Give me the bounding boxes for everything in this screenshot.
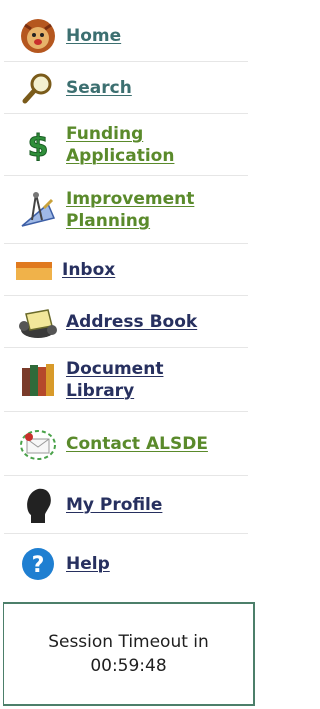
side-navigation: Home Search $ Funding Application Improv… <box>0 0 256 600</box>
dollar-sign-icon: $ <box>18 125 58 165</box>
nav-label-my-profile: My Profile <box>66 494 163 515</box>
drafting-tools-icon <box>18 190 58 230</box>
nav-item-help[interactable]: ? Help <box>4 534 248 594</box>
svg-text:$: $ <box>28 129 49 163</box>
magnifier-icon <box>18 68 58 108</box>
improvement-line-2: Planning <box>66 210 151 231</box>
document-line-2: Library <box>66 380 135 401</box>
nav-item-my-profile[interactable]: My Profile <box>4 476 248 534</box>
nav-label-home: Home <box>66 25 122 46</box>
nav-item-home[interactable]: Home <box>4 10 248 62</box>
nav-label-document-library: Document Library <box>66 358 163 402</box>
envelope-icon <box>18 424 58 464</box>
nav-item-document-library[interactable]: Document Library <box>4 348 248 412</box>
session-timeout-value: 00:59:48 <box>90 656 167 676</box>
nav-item-contact-alsde[interactable]: Contact ALSDE <box>4 412 248 476</box>
nav-item-funding-application[interactable]: $ Funding Application <box>4 114 248 176</box>
session-timeout-panel: Session Timeout in 00:59:48 <box>3 602 255 706</box>
funding-line-2: Application <box>66 145 175 166</box>
nav-item-inbox[interactable]: Inbox <box>4 244 248 296</box>
nav-label-help: Help <box>66 554 110 574</box>
nav-label-search: Search <box>66 77 132 98</box>
silhouette-head-icon <box>18 485 58 525</box>
nav-label-inbox: Inbox <box>62 259 116 280</box>
nav-label-improvement-planning: Improvement Planning <box>66 188 194 232</box>
lion-mascot-icon <box>18 16 58 56</box>
inbox-tray-icon <box>14 250 54 290</box>
nav-item-improvement-planning[interactable]: Improvement Planning <box>4 176 248 244</box>
nav-item-search[interactable]: Search <box>4 62 248 114</box>
books-icon <box>18 360 58 400</box>
document-line-1: Document <box>66 358 164 379</box>
session-timeout-label: Session Timeout in <box>48 632 209 652</box>
question-circle-icon: ? <box>18 544 58 584</box>
nav-item-address-book[interactable]: Address Book <box>4 296 248 348</box>
improvement-line-1: Improvement <box>66 188 195 209</box>
nav-label-funding-application: Funding Application <box>66 123 174 167</box>
svg-text:?: ? <box>32 553 45 578</box>
nav-label-contact-alsde: Contact ALSDE <box>66 433 208 454</box>
nav-label-address-book: Address Book <box>66 311 198 332</box>
rolodex-icon <box>18 302 58 342</box>
funding-line-1: Funding <box>66 123 144 144</box>
